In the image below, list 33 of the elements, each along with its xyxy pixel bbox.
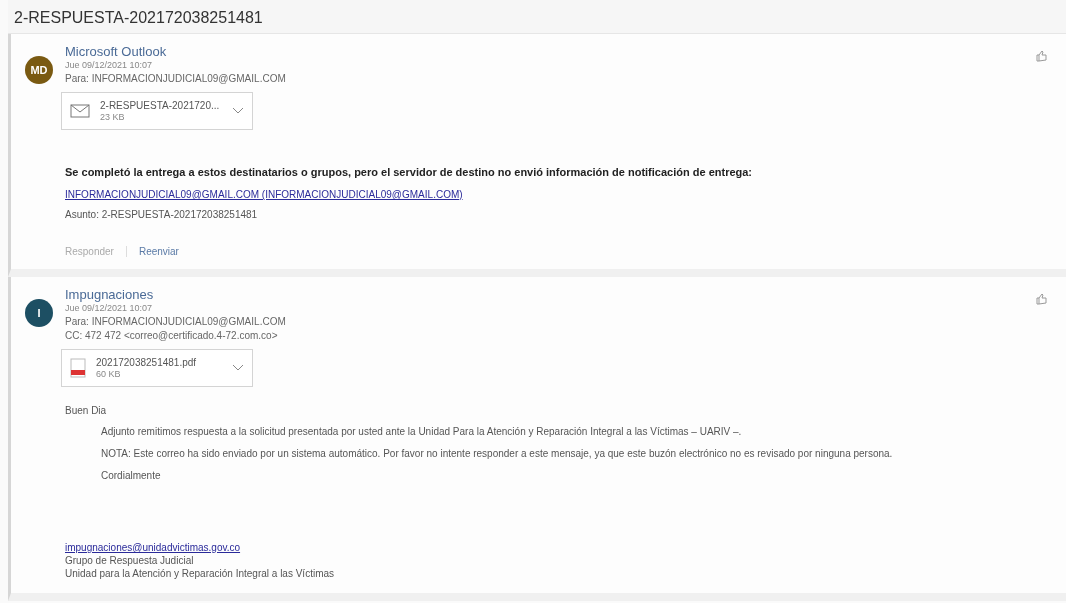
- body-text: Cordialmente: [101, 470, 162, 481]
- sender-name[interactable]: Microsoft Outlook: [65, 44, 1036, 59]
- attachment-size: 23 KB: [100, 112, 126, 122]
- body-text: Asunto: 2-RESPUESTA-202172038251481: [65, 209, 259, 220]
- thumbs-up-icon[interactable]: [1036, 50, 1048, 62]
- attachment-name: 2-RESPUESTA-2021720...: [100, 100, 221, 111]
- action-button[interactable]: Reenviar: [138, 246, 191, 257]
- attachment-card[interactable]: 202172038251481.pdf 60 KB: [61, 349, 253, 387]
- pdf-file-icon: [70, 358, 86, 378]
- chevron-down-icon[interactable]: [232, 364, 244, 372]
- recipient-line: Para: INFORMACIONJUDICIAL09@GMAIL.COM: [65, 316, 287, 327]
- avatar: MD: [25, 56, 53, 84]
- sender-name[interactable]: Impugnaciones: [65, 287, 1036, 302]
- attachment-size: 60 KB: [96, 369, 122, 379]
- recipient-line: Para: INFORMACIONJUDICIAL09@GMAIL.COM: [65, 73, 287, 84]
- body-text: Buen Dia: [65, 405, 108, 416]
- cc-line: CC: 472 472 <correo@certificado.4-72.com.co>: [65, 330, 279, 341]
- attachment-card[interactable]: 2-RESPUESTA-2021720... 23 KB: [61, 92, 253, 130]
- body-text: Grupo de Respuesta Judicial: [65, 555, 195, 566]
- email-link[interactable]: INFORMACIONJUDICIAL09@GMAIL.COM (INFORMACIONJUDICIAL09@GMAIL.COM): [65, 189, 1036, 200]
- chevron-down-icon[interactable]: [232, 107, 244, 115]
- sent-date: Jue 09/12/2021 10:07: [65, 303, 154, 313]
- envelope-icon: [70, 104, 90, 118]
- body-text: NOTA: Este correo ha sido enviado por un sistema automático. Por favor no intente responder a este mensaje, ya que este buzón electrónico no es revisado por ninguna persona.: [101, 448, 894, 459]
- body-text: Unidad para la Atención y Reparación Integral a las Víctimas: [65, 568, 336, 579]
- attachment-name: 202172038251481.pdf: [96, 357, 198, 368]
- email-subject: 2-RESPUESTA-202172038251481: [8, 0, 1066, 34]
- avatar: I: [25, 299, 53, 327]
- email-link[interactable]: impugnaciones@unidadvictimas.gov.co: [65, 542, 1036, 553]
- body-text: Se completó la entrega a estos destinatarios o grupos, pero el servidor de destino no envió información de notificación de entrega:: [65, 166, 754, 178]
- sent-date: Jue 09/12/2021 10:07: [65, 60, 154, 70]
- thumbs-up-icon[interactable]: [1036, 293, 1048, 305]
- body-text: Adjunto remitimos respuesta a la solicitud presentada por usted ante la Unidad Para la Atención y Reparación Integral a las Víctimas – UARIV –.: [101, 426, 743, 437]
